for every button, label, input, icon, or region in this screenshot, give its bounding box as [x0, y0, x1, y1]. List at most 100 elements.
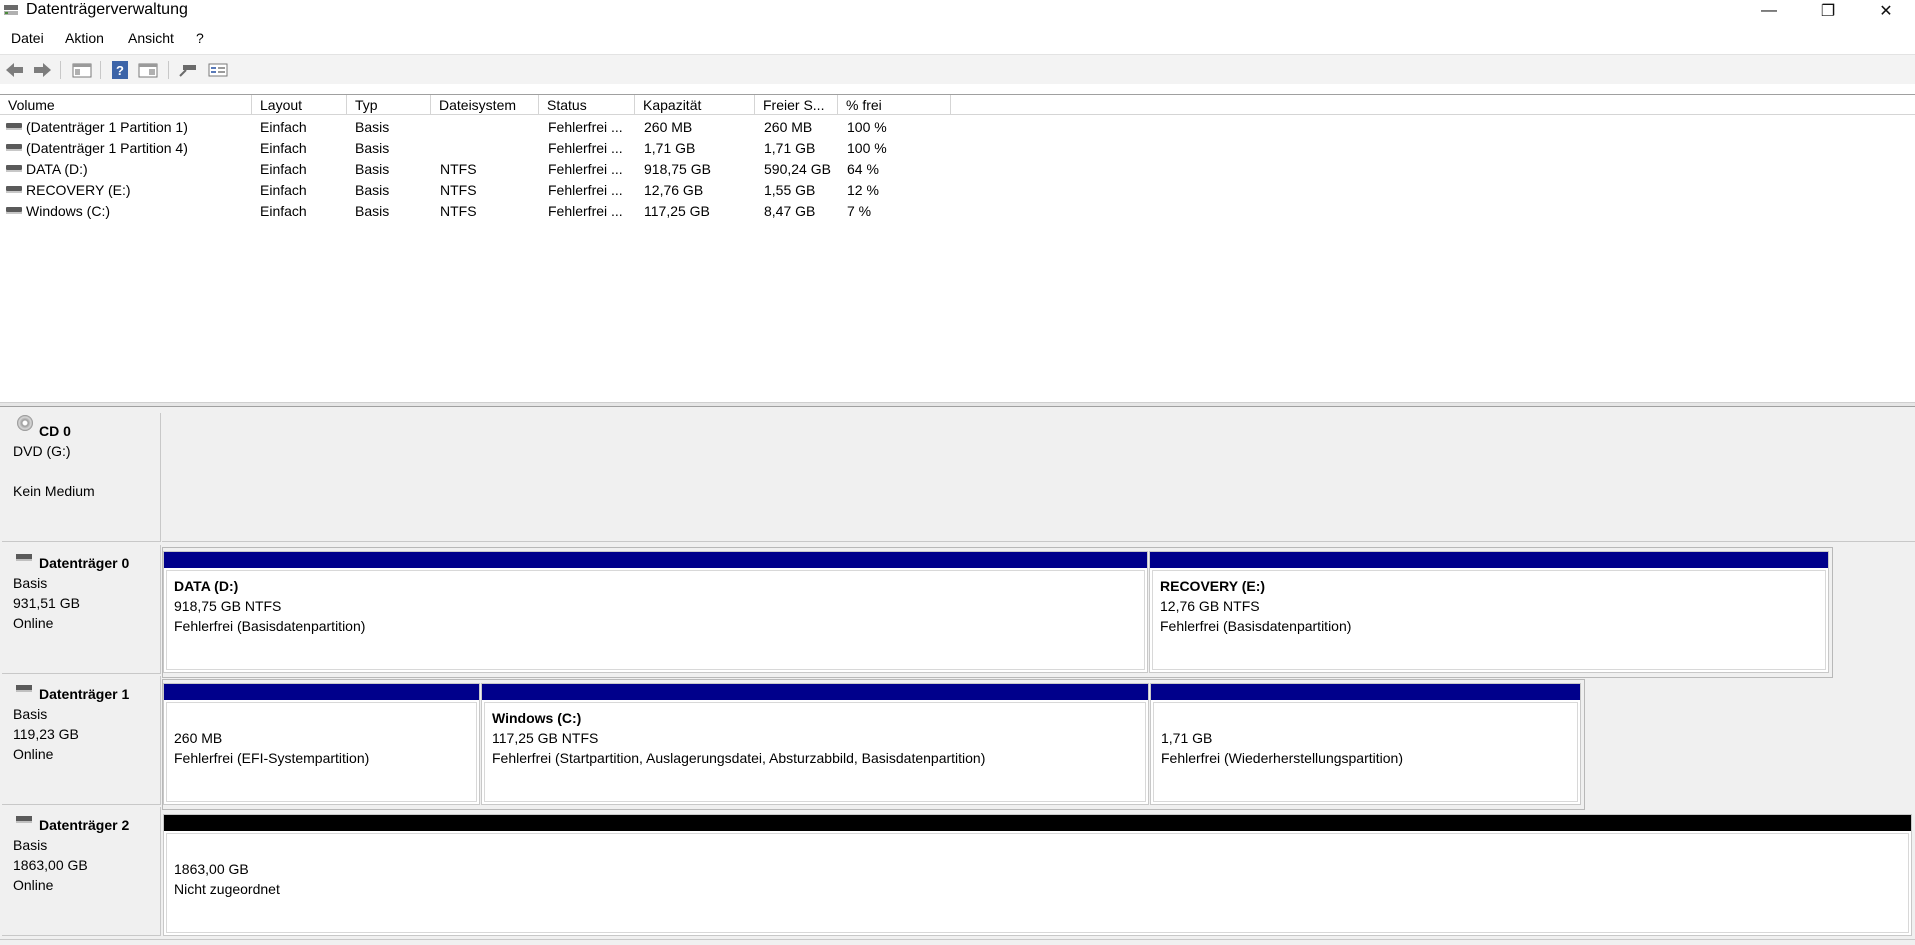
properties-icon [138, 63, 158, 78]
disk-label-disk2[interactable]: Datenträger 2 Basis 1863,00 GB Online [2, 807, 161, 936]
menu-datei[interactable]: Datei [11, 30, 44, 46]
partition-name-blank [174, 839, 1908, 859]
connect-button[interactable] [176, 59, 200, 81]
disk-size: 119,23 GB [13, 726, 79, 742]
column-header-dateisystem[interactable]: Dateisystem [431, 95, 539, 115]
restore-button[interactable]: ❐ [1799, 0, 1857, 22]
cell-prozent-frei: 100 % [847, 140, 887, 156]
cell-volume: (Datenträger 1 Partition 1) [26, 119, 188, 135]
cell-prozent-frei: 64 % [847, 161, 879, 177]
toolbar-separator [168, 61, 169, 79]
minimize-icon: — [1761, 2, 1777, 19]
cell-dateisystem [440, 138, 536, 159]
column-header-volume[interactable]: Volume [0, 95, 252, 115]
disk-blank-line [13, 461, 160, 481]
partition-recovery[interactable]: 1,71 GB Fehlerfrei (Wiederherstellungspa… [1150, 683, 1581, 805]
column-header-kapazitaet[interactable]: Kapazität [635, 95, 755, 115]
disk-list-button[interactable] [206, 59, 230, 81]
title-bar: Datenträgerverwaltung — ❐ ✕ [0, 0, 1915, 22]
cell-freier-speicher: 590,24 GB [764, 161, 831, 177]
volume-icon [6, 186, 22, 194]
partition-status: Nicht zugeordnet [174, 881, 280, 897]
disk-label-disk1[interactable]: Datenträger 1 Basis 119,23 GB Online [2, 676, 161, 805]
cell-volume: DATA (D:) [26, 161, 88, 177]
column-header-status[interactable]: Status [539, 95, 635, 115]
partition-size: 1863,00 GB [174, 861, 249, 877]
cell-layout: Einfach [260, 182, 307, 198]
cell-kapazitaet: 1,71 GB [644, 140, 696, 156]
back-button[interactable] [3, 59, 27, 81]
menu-ansicht[interactable]: Ansicht [128, 30, 174, 46]
partition-name [1161, 708, 1577, 728]
menu-help[interactable]: ? [196, 30, 204, 46]
cell-kapazitaet: 12,76 GB [644, 182, 704, 198]
partition-name: Windows (C:) [492, 710, 582, 726]
disk-state: Online [13, 877, 54, 893]
partition-windows-c[interactable]: Windows (C:) 117,25 GB NTFS Fehlerfrei (… [481, 683, 1149, 805]
cell-typ: Basis [355, 182, 390, 198]
partition-header-bar [164, 815, 1911, 831]
help-button[interactable]: ? [108, 59, 132, 81]
toolbar-separator [60, 61, 61, 79]
volume-list[interactable]: Volume Layout Typ Dateisystem Status Kap… [0, 94, 1915, 402]
partition-size: 117,25 GB NTFS [492, 730, 599, 746]
minimize-button[interactable]: — [1740, 0, 1798, 22]
column-header-layout[interactable]: Layout [252, 95, 347, 115]
disk-size: 1863,00 GB [13, 857, 88, 873]
cell-prozent-frei: 100 % [847, 119, 887, 135]
forward-arrow-icon [34, 63, 51, 77]
partition-status: Fehlerfrei (Basisdatenpartition) [174, 618, 366, 634]
bottom-edge [0, 939, 1915, 945]
column-header-freier-speicher[interactable]: Freier S... [755, 95, 838, 115]
disk-management-app-icon [4, 5, 18, 15]
restore-icon: ❐ [1820, 3, 1836, 20]
close-button[interactable]: ✕ [1857, 0, 1915, 22]
cell-freier-speicher: 8,47 GB [764, 203, 816, 219]
partition-size: 12,76 GB NTFS [1160, 598, 1260, 614]
toolbar: ? [0, 54, 1915, 84]
console-tree-icon [72, 63, 92, 78]
column-header-typ[interactable]: Typ [347, 95, 431, 115]
disk-label-disk0[interactable]: Datenträger 0 Basis 931,51 GB Online [2, 545, 161, 674]
partition-efi[interactable]: 260 MB Fehlerfrei (EFI-Systempartition) [163, 683, 480, 805]
help-icon: ? [112, 61, 128, 79]
hard-disk-icon [16, 685, 32, 695]
partition-name: RECOVERY (E:) [1160, 578, 1266, 594]
menu-aktion[interactable]: Aktion [65, 30, 104, 46]
partition-data-d[interactable]: DATA (D:) 918,75 GB NTFS Fehlerfrei (Bas… [163, 551, 1148, 673]
partition-status: Fehlerfrei (Wiederherstellungspartition) [1161, 750, 1403, 766]
properties-button[interactable] [136, 59, 160, 81]
partition-status: Fehlerfrei (EFI-Systempartition) [174, 750, 370, 766]
disk-label-cd0[interactable]: CD 0 DVD (G:) Kein Medium [2, 413, 161, 542]
back-arrow-icon [6, 63, 23, 77]
partition-header-bar [164, 684, 479, 700]
partition-recovery-e[interactable]: RECOVERY (E:) 12,76 GB NTFS Fehlerfrei (… [1149, 551, 1829, 673]
partition-unallocated[interactable]: 1863,00 GB Nicht zugeordnet [163, 814, 1912, 936]
cell-status: Fehlerfrei ... [548, 182, 623, 198]
table-row[interactable]: (Datenträger 1 Partition 4) Einfach Basi… [0, 138, 1915, 159]
disk-type: Basis [13, 706, 48, 722]
cell-dateisystem: NTFS [440, 203, 477, 219]
show-hide-console-tree-button[interactable] [70, 59, 94, 81]
cell-kapazitaet: 117,25 GB [644, 203, 710, 219]
cell-prozent-frei: 7 % [847, 203, 872, 219]
column-header-prozent-frei[interactable]: % frei [838, 95, 951, 115]
cell-layout: Einfach [260, 203, 307, 219]
volume-icon [6, 144, 22, 152]
partition-size: 260 MB [174, 730, 223, 746]
cell-dateisystem [440, 117, 536, 138]
volume-icon [6, 123, 22, 131]
cell-volume: RECOVERY (E:) [26, 182, 131, 198]
table-row[interactable]: (Datenträger 1 Partition 1) Einfach Basi… [0, 117, 1915, 138]
table-row[interactable]: RECOVERY (E:) Einfach Basis NTFS Fehlerf… [0, 180, 1915, 201]
partition-body: 260 MB Fehlerfrei (EFI-Systempartition) [166, 702, 477, 802]
forward-button[interactable] [30, 59, 54, 81]
cell-layout: Einfach [260, 119, 307, 135]
disk-state: Online [13, 615, 54, 631]
partition-header-bar [1150, 552, 1828, 568]
table-row[interactable]: Windows (C:) Einfach Basis NTFS Fehlerfr… [0, 201, 1915, 222]
cell-typ: Basis [355, 140, 390, 156]
table-row[interactable]: DATA (D:) Einfach Basis NTFS Fehlerfrei … [0, 159, 1915, 180]
cell-status: Fehlerfrei ... [548, 119, 623, 135]
volume-icon [6, 207, 22, 215]
